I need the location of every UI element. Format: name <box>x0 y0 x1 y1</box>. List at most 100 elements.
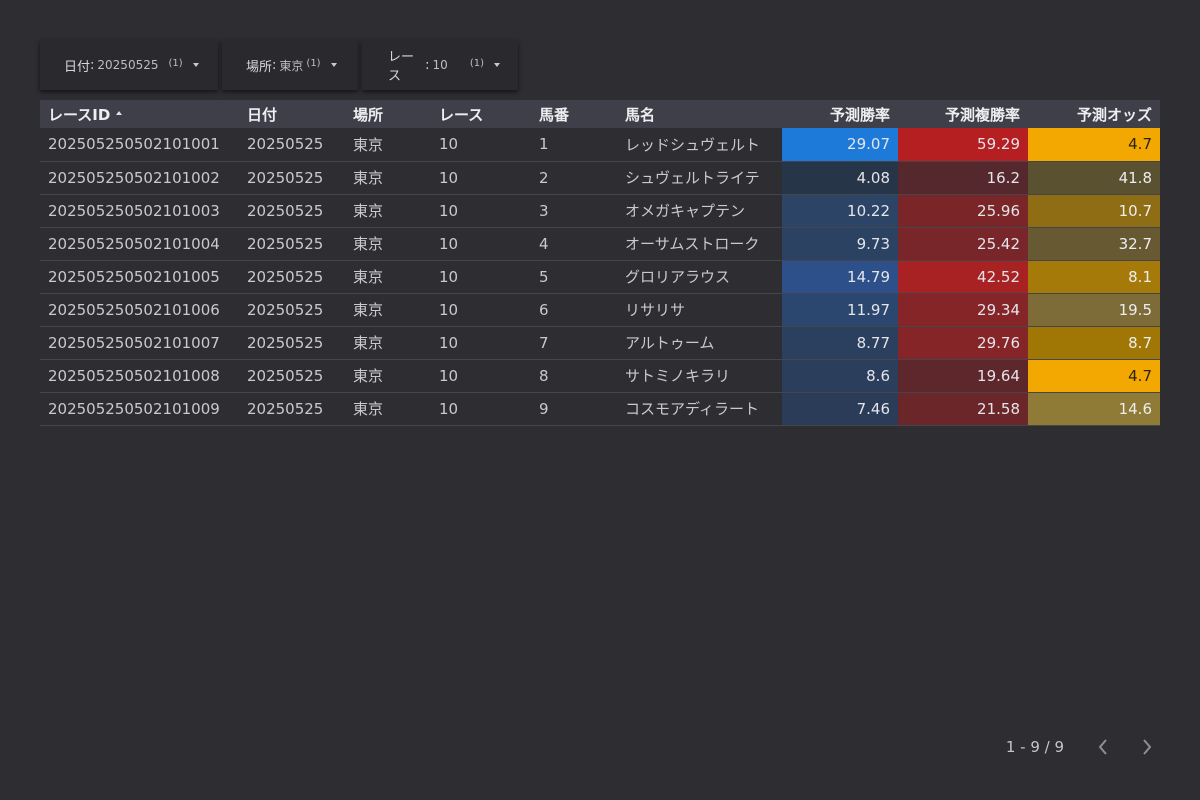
dropdown-caret-icon <box>192 63 199 67</box>
cell-horse-name: コスモアディラート <box>617 392 782 426</box>
cell-odds: 41.8 <box>1028 161 1160 195</box>
cell-race-id: 202505250502101009 <box>40 392 239 426</box>
header-place-rate[interactable]: 予測複勝率 <box>898 100 1028 128</box>
cell-win-rate: 9.73 <box>782 227 898 261</box>
cell-race-id: 202505250502101002 <box>40 161 239 195</box>
cell-place: 東京 <box>345 260 431 294</box>
date-filter-value: 20250525 <box>97 58 159 72</box>
cell-odds: 10.7 <box>1028 194 1160 228</box>
cell-race-id: 202505250502101001 <box>40 128 239 162</box>
dropdown-caret-icon <box>330 63 337 67</box>
place-filter-count: (1) <box>306 57 321 69</box>
cell-race-id: 202505250502101003 <box>40 194 239 228</box>
cell-place: 東京 <box>345 326 431 360</box>
header-race-id[interactable]: レースID <box>40 100 239 128</box>
header-date[interactable]: 日付 <box>239 100 345 128</box>
cell-place: 東京 <box>345 359 431 393</box>
cell-win-rate: 14.79 <box>782 260 898 294</box>
colon: : <box>90 57 95 73</box>
cell-race: 10 <box>431 359 531 393</box>
cell-win-rate: 10.22 <box>782 194 898 228</box>
cell-race-id: 202505250502101005 <box>40 260 239 294</box>
cell-date: 20250525 <box>239 392 345 426</box>
date-filter-label: 日付 <box>64 59 91 75</box>
cell-race-id: 202505250502101006 <box>40 293 239 327</box>
cell-date: 20250525 <box>239 194 345 228</box>
cell-race: 10 <box>431 161 531 195</box>
cell-place: 東京 <box>345 392 431 426</box>
cell-horse-number: 5 <box>531 260 617 294</box>
chevron-left-icon <box>1098 739 1107 755</box>
prediction-table: レースID 日付 場所 レース 馬番 馬名 予測勝率 予測複勝率 予測オッズ 2… <box>40 100 1160 426</box>
cell-place-rate: 21.58 <box>898 392 1028 426</box>
cell-win-rate: 7.46 <box>782 392 898 426</box>
cell-win-rate: 8.77 <box>782 326 898 360</box>
cell-horse-number: 7 <box>531 326 617 360</box>
cell-race: 10 <box>431 293 531 327</box>
date-filter[interactable]: 日付: 20250525 (1) <box>40 40 218 90</box>
cell-date: 20250525 <box>239 128 345 162</box>
cell-win-rate: 4.08 <box>782 161 898 195</box>
cell-place: 東京 <box>345 194 431 228</box>
header-horse-number[interactable]: 馬番 <box>531 100 617 128</box>
header-race[interactable]: レース <box>431 100 531 128</box>
cell-horse-number: 9 <box>531 392 617 426</box>
colon: : <box>425 57 430 73</box>
cell-horse-name: グロリアラウス <box>617 260 782 294</box>
cell-horse-number: 3 <box>531 194 617 228</box>
date-filter-count: (1) <box>168 57 183 69</box>
cell-date: 20250525 <box>239 326 345 360</box>
header-odds[interactable]: 予測オッズ <box>1028 100 1160 128</box>
header-row: レースID 日付 場所 レース 馬番 馬名 予測勝率 予測複勝率 予測オッズ <box>40 100 1160 128</box>
cell-odds: 8.1 <box>1028 260 1160 294</box>
cell-horse-name: レッドシュヴェルト <box>617 128 782 162</box>
table-row: 202505250502101007 20250525 東京 10 7 アルトゥーム 8.7… <box>40 326 1160 360</box>
cell-race-id: 202505250502101008 <box>40 359 239 393</box>
cell-place-rate: 16.2 <box>898 161 1028 195</box>
cell-win-rate: 11.97 <box>782 293 898 327</box>
cell-odds: 4.7 <box>1028 359 1160 393</box>
table-row: 202505250502101008 20250525 東京 10 8 サトミノキラリ 8.… <box>40 359 1160 393</box>
cell-horse-name: オメガキャプテン <box>617 194 782 228</box>
cell-odds: 19.5 <box>1028 293 1160 327</box>
cell-horse-name: サトミノキラリ <box>617 359 782 393</box>
sort-ascending-icon <box>116 111 123 115</box>
place-filter[interactable]: 場所: 東京 (1) <box>222 40 358 90</box>
cell-race: 10 <box>431 326 531 360</box>
cell-odds: 4.7 <box>1028 128 1160 162</box>
cell-horse-number: 2 <box>531 161 617 195</box>
table-row: 202505250502101001 20250525 東京 10 1 レッドシュヴェルト… <box>40 128 1160 162</box>
colon: : <box>272 57 277 73</box>
cell-race-id: 202505250502101004 <box>40 227 239 261</box>
race-filter-label: レース <box>388 50 415 84</box>
cell-place-rate: 19.64 <box>898 359 1028 393</box>
table-row: 202505250502101002 20250525 東京 10 2 シュヴェルトライテ… <box>40 161 1160 195</box>
header-horse-name[interactable]: 馬名 <box>617 100 782 128</box>
cell-odds: 8.7 <box>1028 326 1160 360</box>
table-row: 202505250502101009 20250525 東京 10 9 コスモアディラート… <box>40 392 1160 426</box>
header-label: レースID <box>48 105 111 124</box>
cell-odds: 14.6 <box>1028 392 1160 426</box>
cell-win-rate: 29.07 <box>782 128 898 162</box>
cell-place-rate: 25.96 <box>898 194 1028 228</box>
cell-horse-number: 8 <box>531 359 617 393</box>
cell-date: 20250525 <box>239 359 345 393</box>
cell-date: 20250525 <box>239 260 345 294</box>
next-page-button[interactable] <box>1132 732 1162 762</box>
cell-date: 20250525 <box>239 161 345 195</box>
race-filter[interactable]: レース: 10 (1) <box>362 40 518 90</box>
previous-page-button[interactable] <box>1088 732 1118 762</box>
cell-win-rate: 8.6 <box>782 359 898 393</box>
header-place[interactable]: 場所 <box>345 100 431 128</box>
cell-horse-number: 1 <box>531 128 617 162</box>
cell-race: 10 <box>431 194 531 228</box>
header-win-rate[interactable]: 予測勝率 <box>782 100 898 128</box>
cell-place: 東京 <box>345 227 431 261</box>
table-row: 202505250502101003 20250525 東京 10 3 オメガキャプテン 1… <box>40 194 1160 228</box>
cell-place-rate: 25.42 <box>898 227 1028 261</box>
cell-horse-number: 6 <box>531 293 617 327</box>
cell-place: 東京 <box>345 293 431 327</box>
cell-date: 20250525 <box>239 293 345 327</box>
chevron-right-icon <box>1143 739 1152 755</box>
cell-place-rate: 29.34 <box>898 293 1028 327</box>
